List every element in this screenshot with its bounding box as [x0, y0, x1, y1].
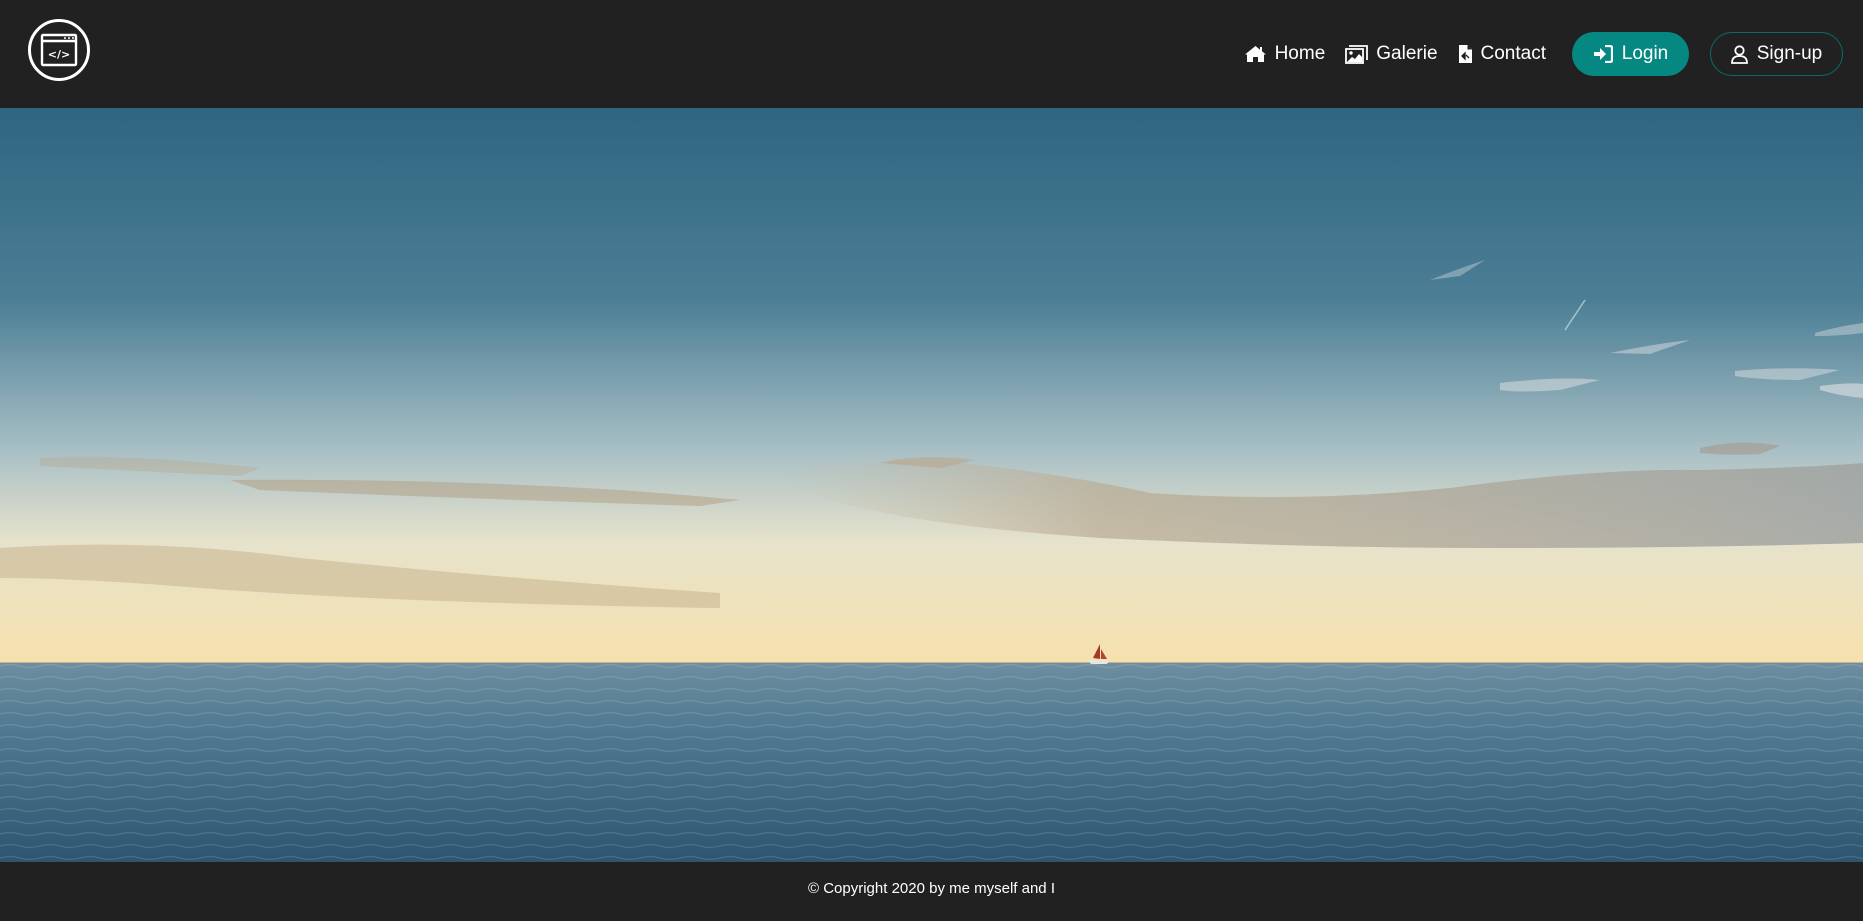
sign-in-icon	[1593, 45, 1613, 63]
nav-contact-label: Contact	[1480, 43, 1546, 64]
sea-horizon-sailboat-image	[0, 108, 1863, 862]
code-window-icon: </>	[40, 33, 78, 67]
nav-gallery-label: Galerie	[1376, 43, 1438, 64]
nav-home-label: Home	[1274, 43, 1326, 64]
nav-contact-link[interactable]: Contact	[1458, 43, 1546, 65]
footer: © Copyright 2020 by me myself and I	[0, 862, 1863, 921]
logo-glyph: </>	[48, 48, 70, 61]
logo[interactable]: </>	[28, 19, 90, 81]
hero-image	[0, 108, 1863, 862]
login-button[interactable]: Login	[1572, 32, 1689, 76]
copyright-text: © Copyright 2020 by me myself and I	[807, 880, 1055, 897]
top-navbar: </> Home Galerie Contact Login Sign-up	[0, 0, 1863, 108]
signup-button[interactable]: Sign-up	[1710, 32, 1843, 76]
page: </> Home Galerie Contact Login Sign-up ©…	[0, 0, 1863, 921]
signup-label: Sign-up	[1756, 43, 1823, 64]
nav-gallery-link[interactable]: Galerie	[1345, 43, 1438, 65]
image-icon	[1345, 44, 1369, 64]
main-nav: Home Galerie Contact Login Sign-up	[1244, 32, 1843, 76]
home-icon	[1244, 45, 1267, 63]
document-icon	[1458, 44, 1473, 64]
user-icon	[1730, 44, 1748, 64]
login-label: Login	[1621, 43, 1669, 64]
nav-home-link[interactable]: Home	[1244, 43, 1326, 65]
